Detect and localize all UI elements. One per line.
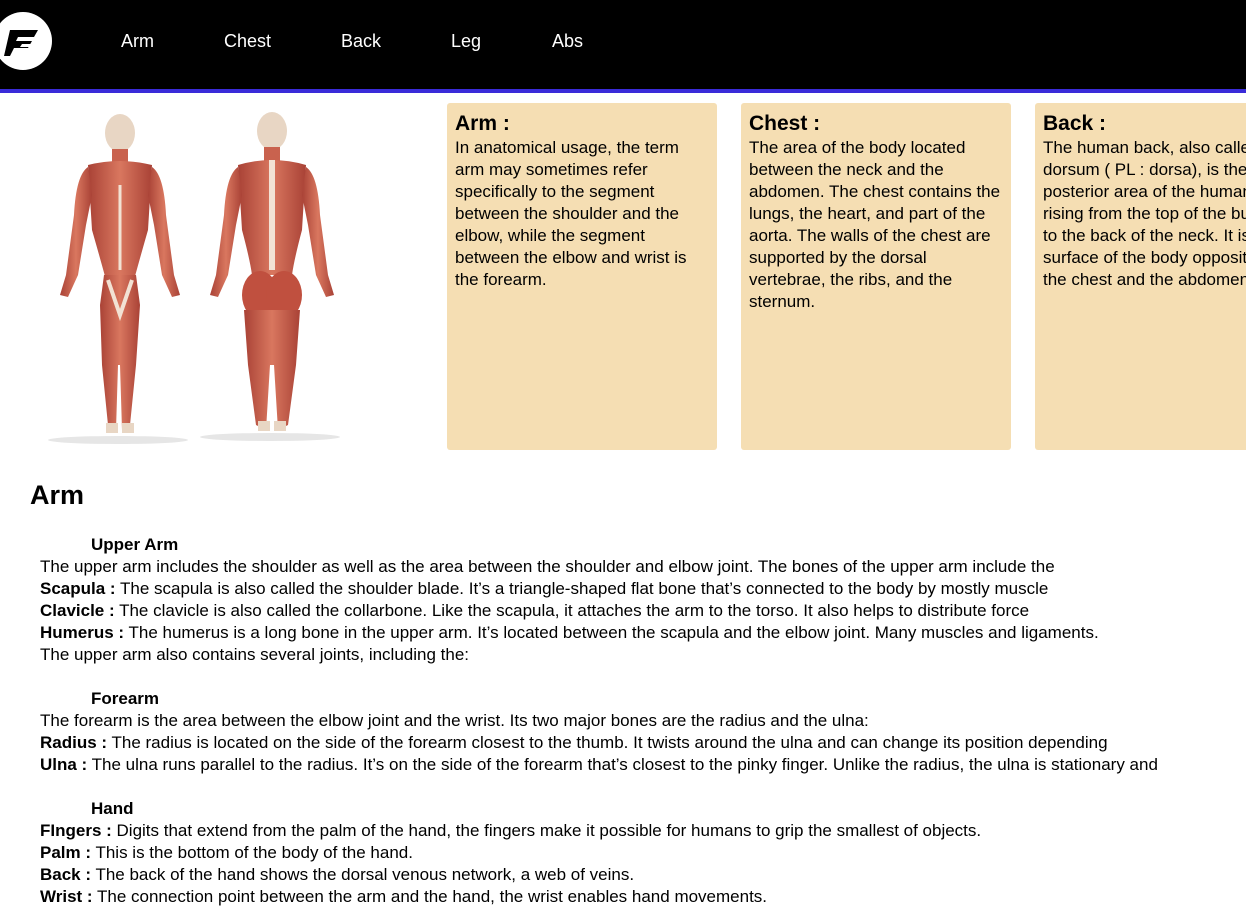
list-item: Clavicle : The clavicle is also called t… (40, 600, 1246, 622)
card-arm-title: Arm : (455, 112, 510, 135)
term-label: Scapula : (40, 579, 116, 598)
term-text: This is the bottom of the body of the ha… (91, 843, 413, 862)
anatomy-figure-image (20, 105, 360, 450)
front-figure (60, 114, 180, 433)
term-label: FIngers : (40, 821, 112, 840)
nav-leg[interactable]: Leg (451, 31, 481, 52)
list-item: Back : The back of the hand shows the do… (40, 864, 1246, 886)
arm-details: Upper Arm The upper arm includes the sho… (40, 534, 1246, 908)
term-text: The connection point between the arm and… (92, 887, 768, 906)
card-arm-text: In anatomical usage, the term arm may so… (455, 138, 687, 289)
card-chest: Chest : The area of the body located bet… (741, 103, 1011, 450)
term-text: The scapula is also called the shoulder … (115, 579, 1049, 598)
nav-abs[interactable]: Abs (552, 31, 583, 52)
list-item: Ulna : The ulna runs parallel to the rad… (40, 754, 1246, 776)
nav-back[interactable]: Back (341, 31, 381, 52)
term-label: Radius : (40, 733, 108, 752)
term-text: Digits that extend from the palm of the … (111, 821, 982, 840)
upper-arm-outro: The upper arm also contains several join… (40, 645, 470, 664)
term-label: Wrist : (40, 887, 93, 906)
term-text: The clavicle is also called the collarbo… (114, 601, 1030, 620)
term-label: Ulna : (40, 755, 88, 774)
upper-arm-intro: The upper arm includes the shoulder as w… (40, 557, 1055, 576)
term-text: The ulna runs parallel to the radius. It… (87, 755, 1158, 774)
top-navbar: Arm Chest Back Leg Abs (0, 0, 1246, 93)
term-text: The humerus is a long bone in the upper … (124, 623, 1099, 642)
upper-arm-heading: Upper Arm (91, 535, 179, 554)
term-label: Palm : (40, 843, 92, 862)
list-item: Humerus : The humerus is a long bone in … (40, 622, 1246, 644)
list-item: Wrist : The connection point between the… (40, 886, 1246, 908)
card-arm: Arm : In anatomical usage, the term arm … (447, 103, 717, 450)
back-figure (210, 112, 334, 431)
list-item: Palm : This is the bottom of the body of… (40, 842, 1246, 864)
brand-logo[interactable] (0, 12, 52, 70)
term-label: Back : (40, 865, 92, 884)
term-label: Humerus : (40, 623, 125, 642)
card-back-title: Back : (1043, 112, 1107, 135)
term-text: The back of the hand shows the dorsal ve… (91, 865, 635, 884)
list-item: Radius : The radius is located on the si… (40, 732, 1246, 754)
list-item: Scapula : The scapula is also called the… (40, 578, 1246, 600)
card-back: Back : The human back, also called the d… (1035, 103, 1246, 450)
term-label: Clavicle : (40, 601, 115, 620)
nav-arm[interactable]: Arm (121, 31, 154, 52)
card-chest-text: The area of the body located between the… (749, 138, 1001, 311)
card-chest-title: Chest : (749, 112, 821, 135)
nav-chest[interactable]: Chest (224, 31, 271, 52)
forearm-intro: The forearm is the area between the elbo… (40, 711, 869, 730)
logo-f-icon (4, 30, 38, 56)
hand-heading: Hand (91, 799, 134, 818)
list-item: FIngers : Digits that extend from the pa… (40, 820, 1246, 842)
term-text: The radius is located on the side of the… (107, 733, 1108, 752)
section-title: Arm (30, 480, 85, 510)
forearm-heading: Forearm (91, 689, 160, 708)
card-back-text: The human back, also called the dorsum (… (1043, 138, 1246, 289)
